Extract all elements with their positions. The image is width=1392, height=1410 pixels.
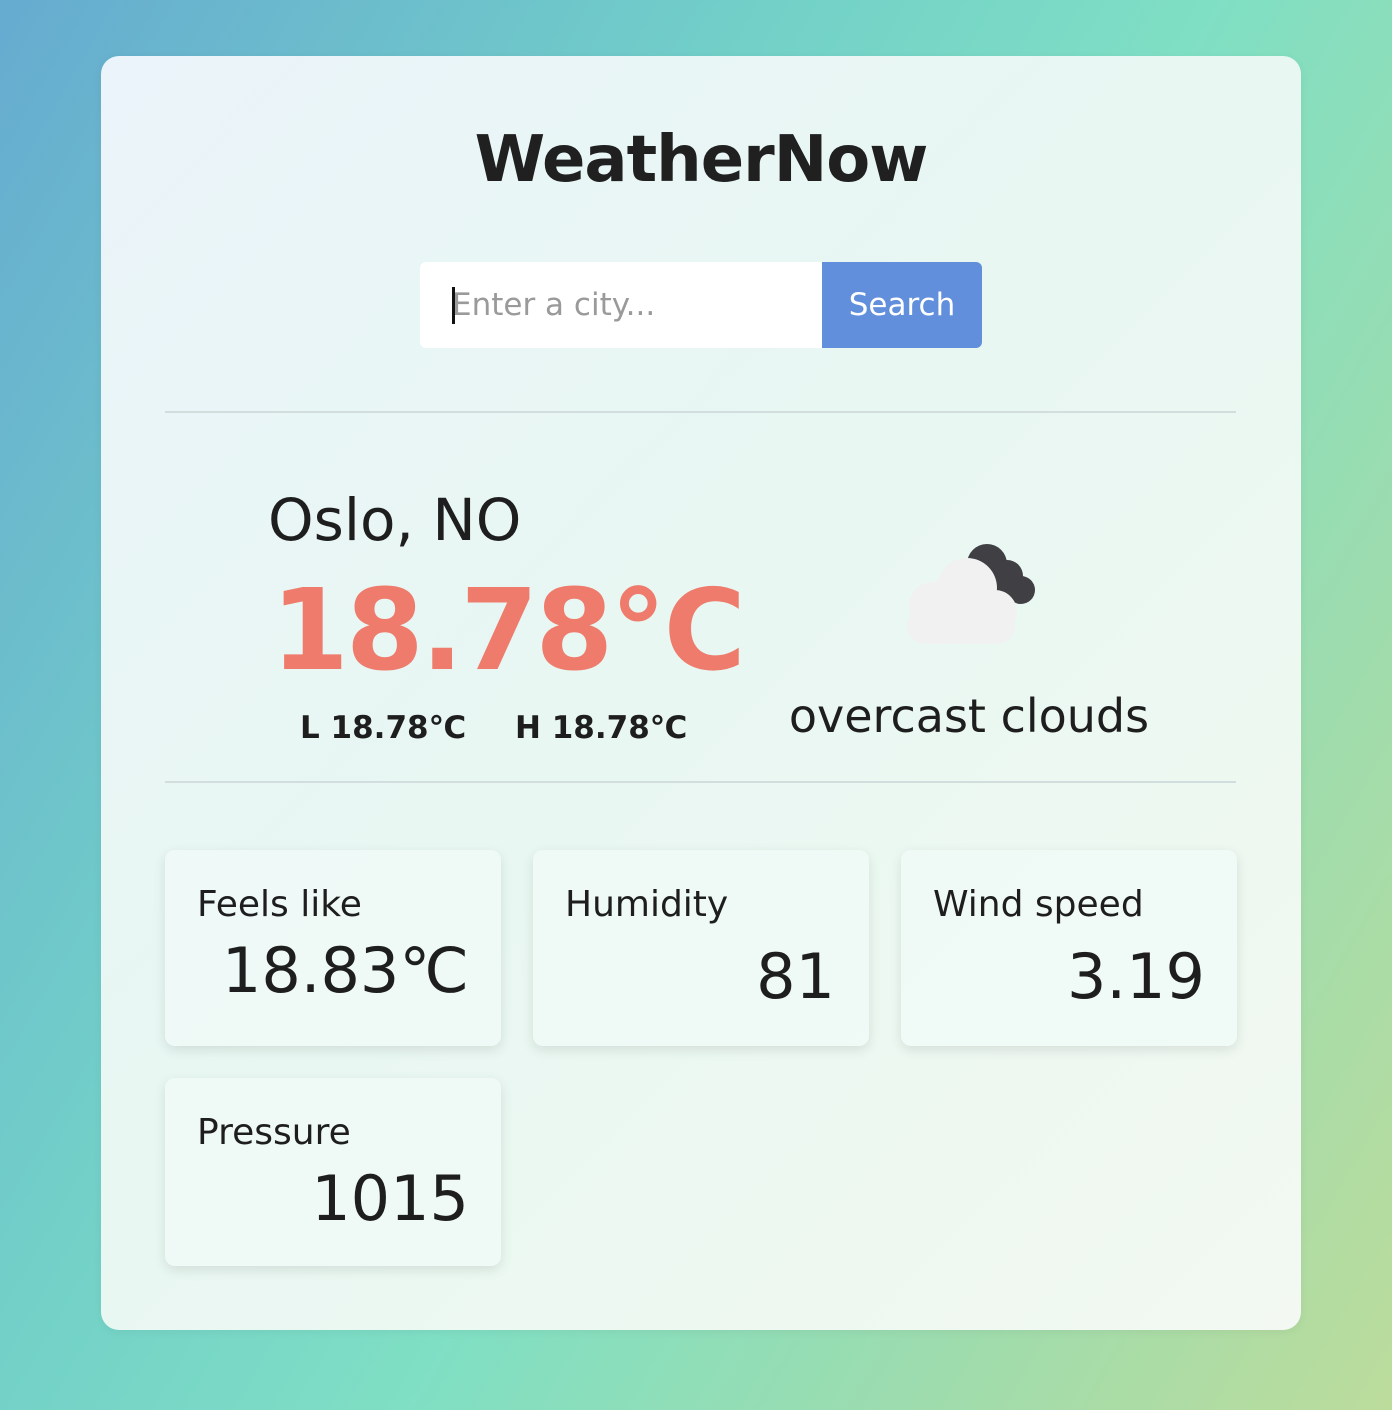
text-caret [452,287,455,324]
location-name: Oslo, NO [268,486,522,554]
stat-label: Humidity [565,884,729,925]
stat-label: Feels like [197,884,362,925]
stat-card-pressure: Pressure 1015 [165,1078,501,1266]
stat-value: 81 [756,940,835,1013]
high-temperature: H 18.78℃ [515,710,688,746]
weather-card: WeatherNow Search Oslo, NO 18.78℃ L 18.7… [101,56,1301,1330]
overcast-clouds-icon [907,544,1035,644]
stat-label: Wind speed [933,884,1144,925]
weather-description: overcast clouds [788,689,1150,743]
low-temperature: L 18.78℃ [300,710,467,746]
stat-label: Pressure [197,1112,351,1153]
search-button[interactable]: Search [822,262,982,348]
city-search-input[interactable] [420,262,822,348]
search-bar: Search [420,262,982,348]
stat-value: 1015 [311,1162,469,1235]
stat-value: 3.19 [1066,940,1205,1013]
current-temperature: 18.78℃ [271,566,746,696]
stat-value: 18.83℃ [221,934,469,1007]
stat-card-humidity: Humidity 81 [533,850,869,1046]
app-title: WeatherNow [474,123,929,197]
divider [165,781,1236,783]
stat-card-feels-like: Feels like 18.83℃ [165,850,501,1046]
stat-card-wind-speed: Wind speed 3.19 [901,850,1237,1046]
divider [165,411,1236,413]
